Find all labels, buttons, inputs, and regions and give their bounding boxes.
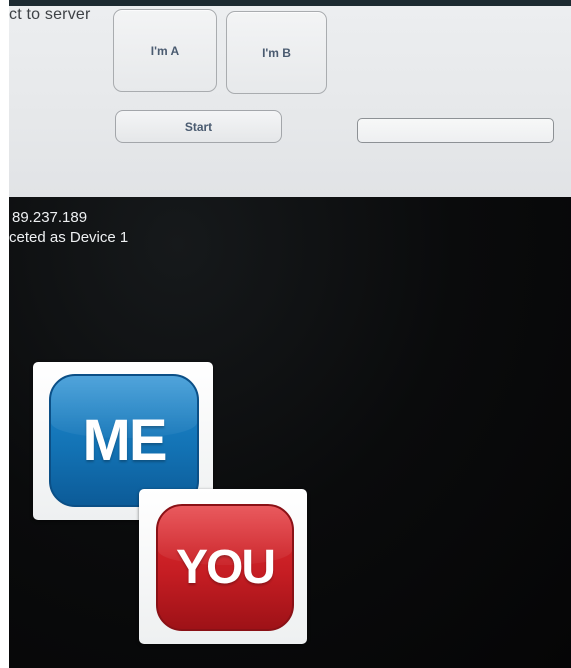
text-input[interactable]: [358, 119, 553, 142]
text-field[interactable]: [357, 118, 554, 143]
game-area: 89.237.189 ceted as Device 1 ME YOU: [9, 197, 571, 668]
im-a-button[interactable]: I'm A: [113, 9, 217, 92]
app-screen: ct to server I'm A I'm B Start 89.237.18…: [0, 0, 571, 668]
server-ip-text: 89.237.189: [12, 209, 88, 226]
me-badge: ME: [49, 374, 199, 507]
connect-to-server-label: ct to server: [9, 6, 91, 23]
you-tile[interactable]: YOU: [139, 489, 307, 644]
start-button[interactable]: Start: [115, 110, 282, 143]
control-panel: ct to server I'm A I'm B Start: [9, 0, 571, 197]
im-b-button[interactable]: I'm B: [226, 11, 327, 94]
you-badge: YOU: [156, 504, 294, 631]
connection-status-text: ceted as Device 1: [9, 229, 129, 246]
you-label: YOU: [175, 541, 276, 594]
me-label: ME: [82, 408, 168, 473]
